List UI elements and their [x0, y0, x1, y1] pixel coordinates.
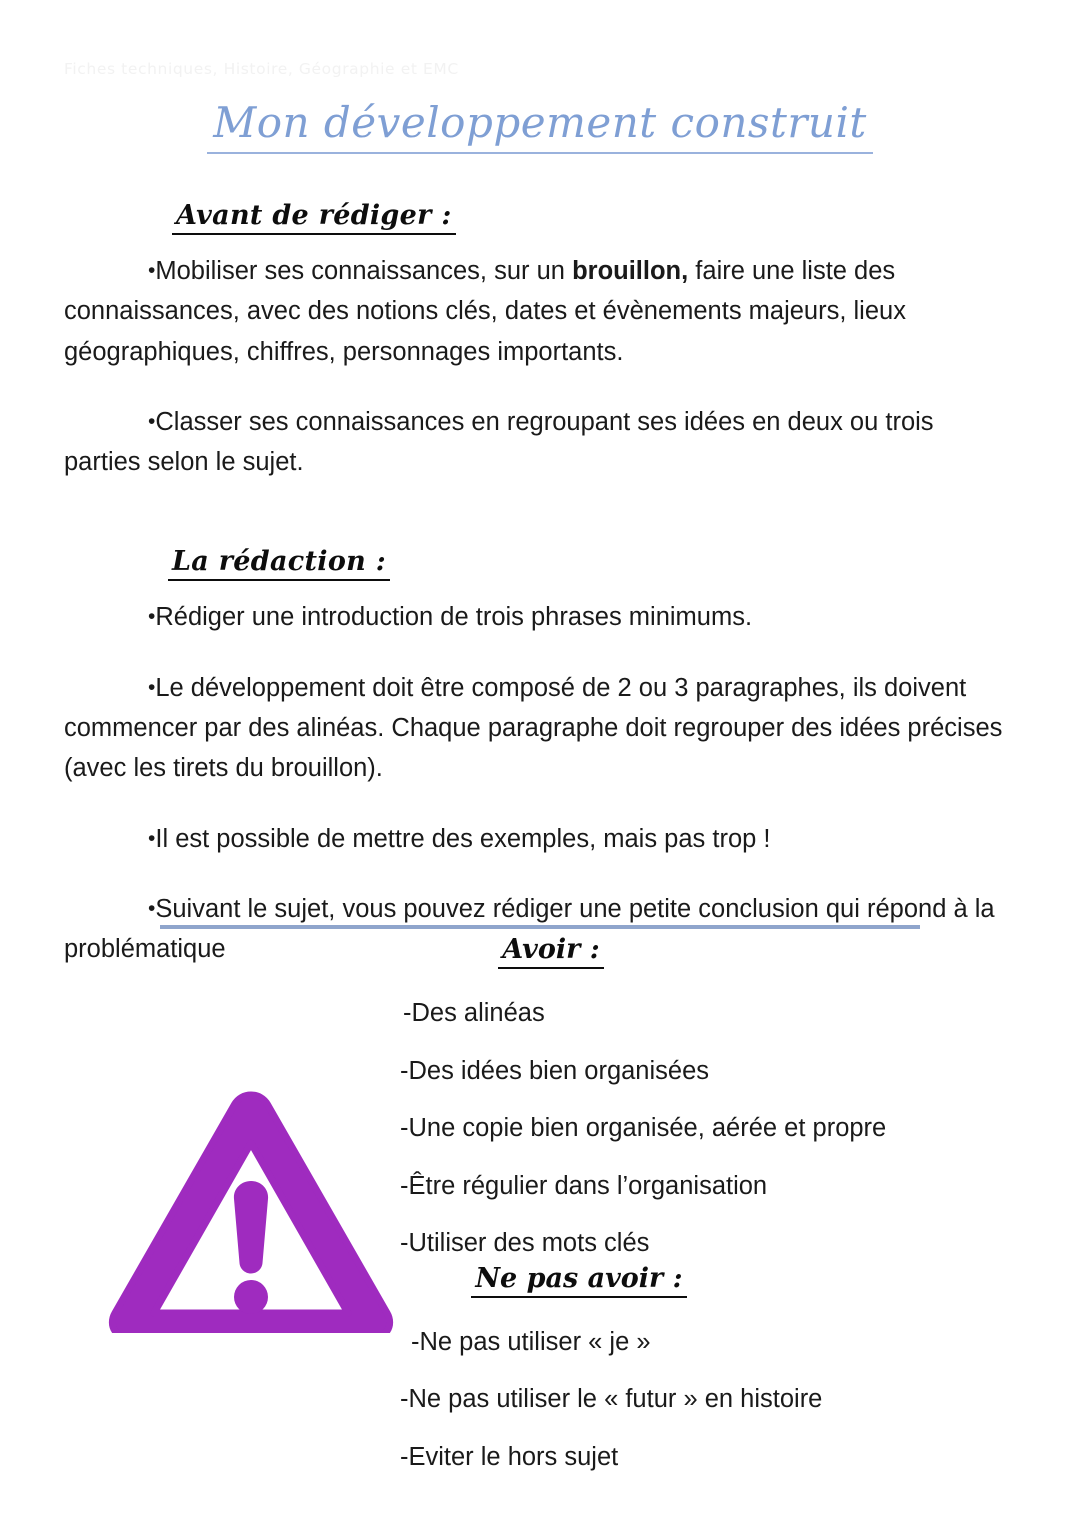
list-item: -Ne pas utiliser « je » — [411, 1327, 651, 1356]
checklist-block: Avoir : -Des alinéas -Des idées bien org… — [0, 928, 1080, 1470]
paragraph: •Il est possible de mettre des exemples,… — [64, 819, 1016, 859]
checklist-avoid-items: -Ne pas utiliser « je » -Ne pas utiliser… — [0, 1327, 1080, 1471]
list-item: -Utiliser des mots clés — [400, 1229, 650, 1257]
list-item: -Des idées bien organisées — [400, 1056, 710, 1085]
list-item: -Être régulier dans l’organisation — [400, 1171, 768, 1200]
list-item: -Ne pas utiliser le « futur » en histoir… — [400, 1385, 823, 1413]
paragraph-text-part: Mobiliser ses connaissances, sur un — [155, 257, 573, 285]
section-heading-row: Avant de rédiger : — [172, 200, 1016, 235]
section-la-redaction: La rédaction : •Rédiger une introduction… — [64, 546, 1016, 969]
checklist-heading-ne-pas-avoir: Ne pas avoir : — [471, 1263, 687, 1298]
document-body: Avant de rédiger : •Mobiliser ses connai… — [64, 200, 1016, 969]
checklist-have-heading-row: Avoir : — [0, 934, 1080, 969]
section-heading-la-redaction: La rédaction : — [168, 546, 391, 582]
paragraph-text-part: Il est possible de mettre des exemples, … — [155, 824, 771, 853]
paragraph: •Mobiliser ses connaissances, sur un bro… — [64, 251, 1016, 372]
paragraph-text-part: Rédiger une introduction de trois phrase… — [155, 603, 753, 632]
paragraph: •Rédiger une introduction de trois phras… — [64, 597, 1016, 637]
list-item: -Des alinéas — [403, 999, 545, 1027]
running-header: Fiches techniques, Histoire, Géographie … — [64, 60, 459, 78]
list-item: -Une copie bien organisée, aérée et prop… — [400, 1114, 887, 1142]
page-title: Mon développement construit — [207, 99, 873, 155]
paragraph-text-part: Le développement doit être composé de 2 … — [64, 673, 1003, 783]
checklist-avoid-heading-row: Ne pas avoir : — [0, 1263, 1080, 1298]
checklist-have-items: -Des alinéas -Des idées bien organisées … — [0, 999, 1080, 1257]
paragraph: •Le développement doit être composé de 2… — [64, 668, 1016, 789]
paragraph: •Classer ses connaissances en regroupant… — [64, 402, 1016, 483]
checklist-heading-avoir: Avoir : — [498, 934, 604, 969]
paragraph-text-emphasis: brouillon, — [572, 257, 689, 285]
section-avant-de-rediger: Avant de rédiger : •Mobiliser ses connai… — [64, 200, 1016, 482]
section-heading-avant-de-rediger: Avant de rédiger : — [172, 200, 456, 235]
section-heading-row: La rédaction : — [168, 546, 1016, 582]
title-block: Mon développement construit — [0, 99, 1080, 155]
list-item: -Eviter le hors sujet — [400, 1442, 619, 1471]
document-page: Fiches techniques, Histoire, Géographie … — [0, 0, 1080, 1527]
paragraph-text-part: Classer ses connaissances en regroupant … — [64, 407, 934, 477]
